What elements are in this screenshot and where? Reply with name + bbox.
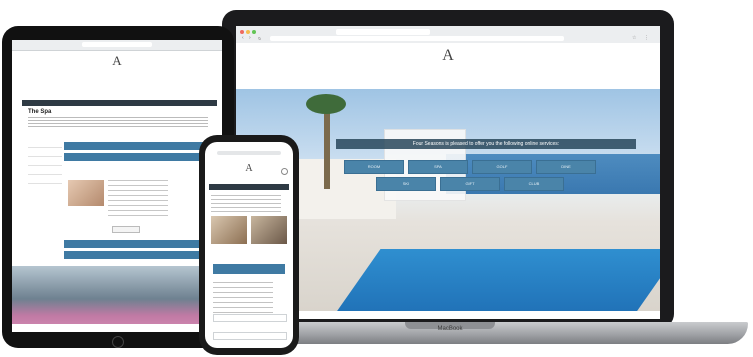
phone-nav-bar[interactable] <box>209 184 289 190</box>
menu-icon[interactable]: ⋮ <box>644 35 649 41</box>
tablet-address-bar[interactable] <box>82 42 152 47</box>
side-menu-item[interactable] <box>28 149 62 157</box>
phone-intro-text <box>211 195 281 213</box>
phone-time-field[interactable] <box>213 332 287 340</box>
service-button-spa[interactable]: SPA <box>408 160 468 174</box>
tablet-treatment-image <box>68 180 104 206</box>
back-icon[interactable]: ‹ <box>242 36 244 41</box>
services-banner: Four Seasons is pleased to offer you the… <box>336 139 636 149</box>
site-footer <box>236 311 660 319</box>
laptop-brand-label: MacBook <box>437 326 463 332</box>
service-button-golf[interactable]: GOLF <box>472 160 532 174</box>
side-menu-item[interactable] <box>28 140 62 148</box>
tablet-nav-bar[interactable] <box>22 100 217 106</box>
service-button-gift[interactable]: GIFT <box>440 177 500 191</box>
hero-image <box>236 89 660 311</box>
tablet-list-row[interactable] <box>64 251 212 259</box>
brand-logo[interactable]: A <box>414 48 482 64</box>
tablet-select-button[interactable] <box>112 226 140 233</box>
laptop-screen: ‹ › ↻ ☆ ⋮ A Four Seasons is pleased to o… <box>236 26 660 319</box>
service-button-club[interactable]: CLUB <box>504 177 564 191</box>
side-menu-item[interactable] <box>28 167 62 175</box>
service-button-ski[interactable]: SKI <box>376 177 436 191</box>
tablet-home-button[interactable] <box>112 336 124 348</box>
tablet-brand-logo[interactable]: A <box>92 54 142 67</box>
phone-action-button[interactable] <box>213 264 285 274</box>
phone-menu-icon[interactable] <box>281 168 288 175</box>
forward-icon[interactable]: › <box>249 36 251 41</box>
phone-treatment-image[interactable] <box>251 216 287 244</box>
window-minimize-icon[interactable] <box>246 30 250 34</box>
tablet-browser-bar <box>12 40 222 51</box>
star-icon[interactable]: ☆ <box>632 35 636 41</box>
tablet-screen: A The Spa <box>12 40 222 332</box>
pool <box>331 249 660 311</box>
reload-icon[interactable]: ↻ <box>258 36 261 41</box>
address-bar[interactable] <box>270 36 564 41</box>
tablet-side-menu <box>28 140 62 220</box>
side-menu-item[interactable] <box>28 158 62 166</box>
phone-address-bar[interactable] <box>217 151 281 155</box>
tablet-list-row[interactable] <box>64 240 212 248</box>
tablet-footer <box>12 324 222 332</box>
tablet-page-title: The Spa <box>28 109 52 115</box>
phone-date-field[interactable] <box>213 314 287 322</box>
tablet-background-photo <box>12 266 222 332</box>
side-menu-item[interactable] <box>28 176 62 184</box>
service-button-dine[interactable]: DINE <box>536 160 596 174</box>
window-zoom-icon[interactable] <box>252 30 256 34</box>
tablet-description <box>28 117 208 127</box>
tablet-list-row[interactable] <box>64 142 212 150</box>
service-button-room[interactable]: ROOM <box>344 160 404 174</box>
browser-toolbar: ‹ › ↻ ☆ ⋮ <box>236 26 660 44</box>
tablet-list-row[interactable] <box>64 153 212 161</box>
browser-tab[interactable] <box>336 29 430 35</box>
phone-treatment-image[interactable] <box>211 216 247 244</box>
tablet-treatment-text <box>108 180 168 220</box>
phone-screen: A <box>205 142 293 348</box>
window-close-icon[interactable] <box>240 30 244 34</box>
phone-brand-logo[interactable]: A <box>239 164 259 174</box>
palm-leaves <box>306 94 346 114</box>
